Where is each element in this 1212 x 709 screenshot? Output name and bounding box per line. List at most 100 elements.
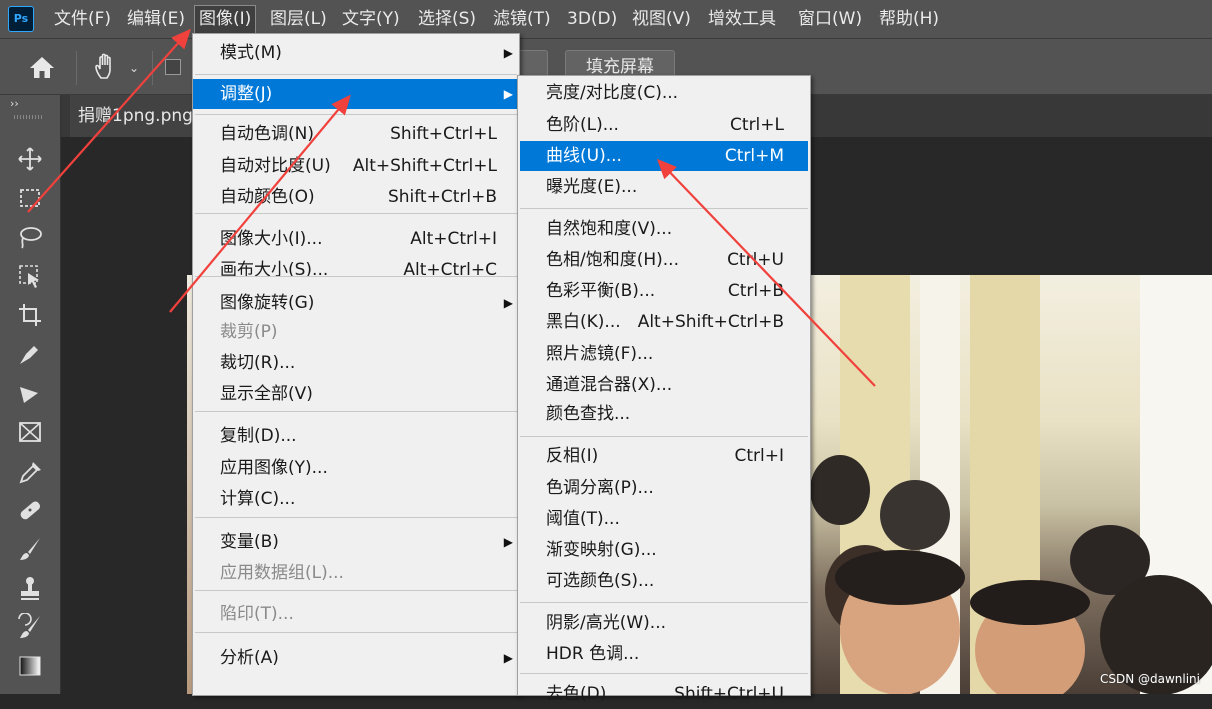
image-menu-item[interactable]: 画布大小(S)... Alt+Ctrl+C xyxy=(193,255,519,285)
menu-item-shortcut: Ctrl+I xyxy=(734,446,784,466)
adjustment-menu-item[interactable]: 曝光度(E)... xyxy=(518,172,810,202)
adjustment-menu-item[interactable]: 阴影/高光(W)... xyxy=(518,608,810,638)
menu-separator xyxy=(195,74,517,75)
image-menu-item: 陷印(T)... xyxy=(193,599,519,629)
menu-select[interactable]: 选择(S) xyxy=(414,5,480,33)
adjustment-menu-item[interactable]: 通道混合器(X)... xyxy=(518,370,810,400)
marquee-icon[interactable] xyxy=(16,184,44,212)
menu-window[interactable]: 窗口(W) xyxy=(794,5,866,33)
watermark-text: CSDN @dawnlini xyxy=(1099,672,1200,686)
submenu-arrow-icon: ▶ xyxy=(503,651,513,665)
image-menu-item[interactable]: 变量(B) ▶ xyxy=(193,527,519,557)
photo-head xyxy=(970,580,1090,625)
menu-item-label: 图像大小(I)... xyxy=(220,229,323,249)
healing-brush-icon[interactable] xyxy=(16,496,44,524)
object-select-icon[interactable] xyxy=(16,262,44,290)
menu-type[interactable]: 文字(Y) xyxy=(338,5,404,33)
image-menu-item[interactable]: 自动色调(N) Shift+Ctrl+L xyxy=(193,119,519,149)
image-menu-item[interactable]: 模式(M) ▶ xyxy=(193,38,519,68)
adjustment-menu-item[interactable]: 曲线(U)... Ctrl+M xyxy=(520,141,808,171)
brush-icon[interactable] xyxy=(16,535,44,563)
adjustment-menu-item[interactable]: 黑白(K)... Alt+Shift+Ctrl+B xyxy=(518,307,810,337)
menu-item-label: 黑白(K)... xyxy=(546,312,621,332)
menu-item-shortcut: Alt+Ctrl+C xyxy=(403,260,497,280)
frame-icon[interactable] xyxy=(16,418,44,446)
image-menu-item[interactable]: 自动对比度(U) Alt+Shift+Ctrl+L xyxy=(193,151,519,181)
menu-item-label: 调整(J) xyxy=(220,84,273,104)
home-icon[interactable] xyxy=(28,54,56,80)
panel-grip[interactable] xyxy=(14,115,44,119)
image-menu-item[interactable]: 调整(J) ▶ xyxy=(193,79,519,109)
menu-edit[interactable]: 编辑(E) xyxy=(123,5,189,33)
menu-view[interactable]: 视图(V) xyxy=(628,5,695,33)
move-icon[interactable] xyxy=(16,145,44,173)
adjustment-menu-item[interactable]: 色调分离(P)... xyxy=(518,473,810,503)
menu-item-label: 应用图像(Y)... xyxy=(220,458,328,478)
menu-item-shortcut: Ctrl+U xyxy=(727,250,784,270)
adjustment-menu-item[interactable]: 颜色查找... xyxy=(518,399,810,429)
adjustment-menu-item[interactable]: 自然饱和度(V)... xyxy=(518,214,810,244)
menu-separator xyxy=(195,632,517,633)
image-menu-item[interactable]: 显示全部(V) xyxy=(193,379,519,409)
menu-item-label: 反相(I) xyxy=(546,446,599,466)
menu-item-label: 模式(M) xyxy=(220,43,282,63)
image-menu-item[interactable]: 自动颜色(O) Shift+Ctrl+B xyxy=(193,182,519,212)
menu-item-shortcut: Ctrl+M xyxy=(724,146,784,166)
adjustment-menu-item[interactable]: 反相(I) Ctrl+I xyxy=(518,441,810,471)
image-menu-item[interactable]: 计算(C)... xyxy=(193,484,519,514)
adjustment-menu-item[interactable]: HDR 色调... xyxy=(518,639,810,669)
crop-icon[interactable] xyxy=(16,301,44,329)
menu-file[interactable]: 文件(F) xyxy=(50,5,115,33)
menu-item-label: 色彩平衡(B)... xyxy=(546,281,656,301)
menu-plugins[interactable]: 增效工具 xyxy=(704,5,780,33)
gradient-icon[interactable] xyxy=(16,652,44,680)
pen-icon[interactable] xyxy=(16,340,44,368)
menu-item-label: 去色(D) xyxy=(546,684,607,704)
image-menu-item[interactable]: 图像大小(I)... Alt+Ctrl+I xyxy=(193,224,519,254)
history-brush-icon[interactable] xyxy=(16,612,44,641)
image-menu-item[interactable]: 分析(A) ▶ xyxy=(193,643,519,673)
stamp-icon[interactable] xyxy=(16,574,44,602)
menu-help[interactable]: 帮助(H) xyxy=(875,5,943,33)
menu-item-label: 曲线(U)... xyxy=(546,146,622,166)
menu-item-label: 应用数据组(L)... xyxy=(220,563,344,583)
menu-item-shortcut: Shift+Ctrl+U xyxy=(674,684,784,704)
slice-icon[interactable] xyxy=(16,379,44,407)
menu-separator xyxy=(195,114,517,115)
adjustment-menu-item[interactable]: 照片滤镜(F)... xyxy=(518,339,810,369)
image-menu-item[interactable]: 应用图像(Y)... xyxy=(193,453,519,483)
photo-head xyxy=(880,480,950,550)
adjustment-menu-item[interactable]: 可选颜色(S)... xyxy=(518,566,810,596)
menu-item-label: 曝光度(E)... xyxy=(546,177,638,197)
menu-separator xyxy=(520,436,808,437)
image-menu-item[interactable]: 复制(D)... xyxy=(193,421,519,451)
menu-3d[interactable]: 3D(D) xyxy=(563,5,621,33)
scroll-all-windows-checkbox[interactable] xyxy=(165,59,181,75)
photo-head xyxy=(810,455,870,525)
adjustment-menu-item[interactable]: 色阶(L)... Ctrl+L xyxy=(518,110,810,140)
hand-tool-icon[interactable] xyxy=(92,52,120,80)
menu-item-label: 裁剪(P) xyxy=(220,322,278,342)
menu-filter[interactable]: 滤镜(T) xyxy=(489,5,555,33)
adjustment-menu-item[interactable]: 去色(D) Shift+Ctrl+U xyxy=(518,679,810,709)
menu-item-label: 显示全部(V) xyxy=(220,384,313,404)
adjustment-menu-item[interactable]: 色相/饱和度(H)... Ctrl+U xyxy=(518,245,810,275)
menu-item-label: 可选颜色(S)... xyxy=(546,571,655,591)
menu-item-label: 计算(C)... xyxy=(220,489,296,509)
adjustment-menu-item[interactable]: 色彩平衡(B)... Ctrl+B xyxy=(518,276,810,306)
submenu-arrow-icon: ▶ xyxy=(503,87,513,101)
adjustment-menu-item[interactable]: 阈值(T)... xyxy=(518,504,810,534)
submenu-arrow-icon: ▶ xyxy=(503,535,513,549)
lasso-icon[interactable] xyxy=(16,223,44,251)
menu-item-label: 色调分离(P)... xyxy=(546,478,654,498)
adjustment-menu-item[interactable]: 渐变映射(G)... xyxy=(518,535,810,565)
menu-image[interactable]: 图像(I) xyxy=(194,5,257,35)
image-menu-item[interactable]: 裁切(R)... xyxy=(193,348,519,378)
eyedropper-icon[interactable] xyxy=(16,457,44,485)
divider xyxy=(152,51,153,85)
menu-layer[interactable]: 图层(L) xyxy=(266,5,331,33)
chevron-down-icon[interactable]: ⌄ xyxy=(129,61,139,75)
collapse-panel-icon[interactable]: ›› xyxy=(10,97,19,110)
image-menu-item[interactable]: 图像旋转(G) ▶ xyxy=(193,288,519,318)
adjustment-menu-item[interactable]: 亮度/对比度(C)... xyxy=(518,78,810,108)
